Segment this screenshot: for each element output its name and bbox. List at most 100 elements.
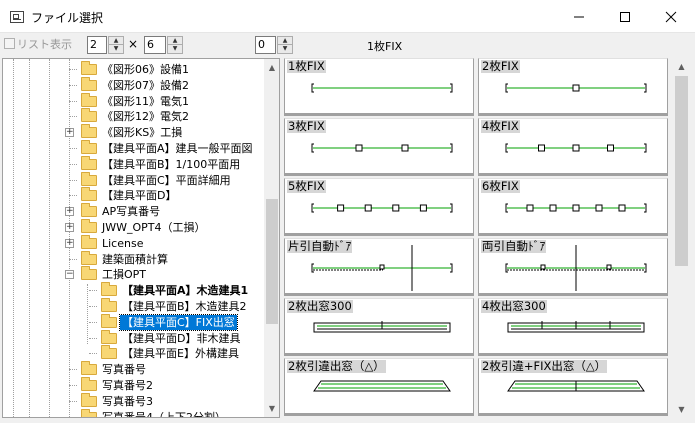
tree-item-label: 《図形06》設備1	[102, 63, 189, 76]
thumbnail-label: 2枚出窓300	[287, 299, 353, 313]
thumbnail-label: 1枚FIX	[287, 59, 326, 73]
tree-item[interactable]: 【建具平面B】1/100平面用	[3, 155, 261, 172]
tree-item[interactable]: 写真番号	[3, 361, 261, 377]
scroll-thumb[interactable]	[266, 199, 278, 324]
times-sign: ×	[128, 37, 139, 51]
tree-item[interactable]: 《図形07》設備2	[3, 76, 261, 93]
tree-item[interactable]: 【建具平面C】平面詳細用	[3, 171, 261, 188]
tree-scrollbar[interactable]: ▲ ▼	[264, 59, 279, 417]
spin-down-icon[interactable]: ▼	[278, 45, 292, 53]
tree-item-label: 【建具平面E】外構建具	[122, 347, 239, 361]
tree-item[interactable]: + AP写真番号	[3, 203, 261, 219]
maximize-button[interactable]	[602, 0, 648, 32]
grid-scrollbar[interactable]: ▲ ▼	[673, 58, 690, 418]
tree-item[interactable]: 写真番号2	[3, 377, 261, 393]
tree-item[interactable]: 【建具平面D】	[3, 187, 261, 203]
tree-item[interactable]: + 《図形KS》工損	[3, 124, 261, 140]
folder-icon	[101, 313, 117, 328]
expand-icon[interactable]: +	[65, 128, 74, 138]
tree-item[interactable]: 【建具平面D】非木建具	[3, 329, 261, 346]
tree-item[interactable]: + License	[3, 234, 261, 251]
thumbnail-cell[interactable]: 5枚FIX	[284, 178, 474, 236]
folder-icon	[81, 171, 97, 186]
scroll-up-icon[interactable]: ▲	[673, 58, 690, 75]
thumbnail-cell[interactable]: 1枚FIX	[284, 58, 474, 116]
tree-item-label: 【建具平面A】木造建具1	[122, 284, 249, 298]
tree-item[interactable]: 建築面積計算	[3, 250, 261, 267]
folder-icon	[81, 187, 97, 202]
folder-icon	[81, 408, 97, 417]
expand-icon[interactable]: +	[65, 207, 74, 217]
spin-down-icon[interactable]: ▼	[168, 45, 182, 53]
expand-icon[interactable]: +	[65, 238, 74, 248]
folder-icon	[101, 345, 117, 360]
thumbnail-label: 3枚FIX	[287, 119, 326, 133]
tree-item[interactable]: − 工損OPT	[3, 266, 261, 282]
thumbnail-grid[interactable]: 1枚FIX 2枚FIX 3枚FIX 4枚FIX 5枚FIX 6枚FIX 片引自動ﾄﾞｱ 両引自…	[284, 58, 672, 418]
folder-icon	[101, 329, 117, 344]
columns-input[interactable]: 2	[87, 36, 107, 54]
folder-icon	[81, 124, 97, 139]
tree-item[interactable]: 《図形12》電気2	[3, 108, 261, 124]
folder-icon	[101, 282, 117, 297]
scroll-up-icon[interactable]: ▲	[264, 59, 279, 76]
tree-item-label: 【建具平面D】非木建具	[122, 331, 241, 345]
thumbnail-cell[interactable]: 片引自動ﾄﾞｱ	[284, 238, 474, 296]
spin-down-icon[interactable]: ▼	[109, 45, 123, 53]
close-button[interactable]	[648, 0, 694, 32]
rows-input[interactable]: 6	[144, 36, 166, 54]
title-bar: ファイル選択	[0, 0, 695, 33]
thumbnail-cell[interactable]: 4枚出窓300	[478, 298, 668, 356]
spin-up-icon[interactable]: ▲	[278, 37, 292, 45]
tree-item[interactable]: 写真番号3	[3, 392, 261, 409]
columns-spinner[interactable]: ▲ ▼	[108, 36, 124, 54]
thumbnail-cell[interactable]: 2枚FIX	[478, 58, 668, 116]
minimize-icon	[574, 16, 584, 18]
folder-tree[interactable]: 《図形06》設備1 《図形07》設備2 《図形11》電気1 《図形12》電気2 + 《図形…	[2, 58, 280, 418]
tree-item-label: 《図形11》電気1	[102, 94, 189, 108]
list-view-checkbox[interactable]	[4, 38, 15, 49]
rows-spinner[interactable]: ▲ ▼	[167, 36, 183, 54]
tree-item[interactable]: 《図形06》設備1	[3, 61, 261, 77]
folder-icon	[81, 266, 97, 281]
tree-item-label: 写真番号4（上下2分割）	[102, 410, 226, 418]
thumbnail-cell[interactable]: 2枚引違出窓（△）	[284, 358, 474, 416]
tree-item-label: 写真番号	[102, 363, 146, 377]
tree-item-label: 【建具平面A】建具一般平面図	[102, 142, 253, 155]
spin-up-icon[interactable]: ▲	[109, 37, 123, 45]
thumbnail-cell[interactable]: 4枚FIX	[478, 118, 668, 176]
tree-item-label: 《図形07》設備2	[102, 78, 189, 92]
tree-item[interactable]: 写真番号4（上下2分割）	[3, 408, 261, 418]
folder-icon	[101, 298, 117, 312]
tree-item[interactable]: 【建具平面E】外構建具	[3, 345, 261, 361]
folder-icon	[81, 203, 97, 218]
tree-item-label: 建築面積計算	[102, 252, 168, 266]
thumbnail-label: 両引自動ﾄﾞｱ	[481, 239, 547, 253]
thumbnail-cell[interactable]: 6枚FIX	[478, 178, 668, 236]
scroll-down-icon[interactable]: ▼	[264, 400, 279, 417]
scroll-down-icon[interactable]: ▼	[673, 401, 690, 418]
thumbnail-label: 片引自動ﾄﾞｱ	[287, 239, 353, 253]
minimize-button[interactable]	[556, 0, 602, 32]
tree-item[interactable]: 【建具平面B】木造建具2	[3, 298, 261, 314]
spin-up-icon[interactable]: ▲	[168, 37, 182, 45]
current-file-label: 1枚FIX	[367, 40, 403, 53]
thumbnail-cell[interactable]: 2枚引違+FIX出窓（△）	[478, 358, 668, 416]
thumbnail-cell[interactable]: 2枚出窓300	[284, 298, 474, 356]
folder-icon	[81, 92, 97, 107]
scroll-thumb[interactable]	[675, 76, 688, 266]
folder-icon	[81, 392, 97, 407]
tree-item[interactable]: 【建具平面C】FIX出窓	[3, 313, 261, 331]
tree-item[interactable]: 【建具平面A】建具一般平面図	[3, 140, 261, 156]
page-spinner[interactable]: ▲ ▼	[277, 36, 293, 54]
expand-icon[interactable]: +	[65, 223, 74, 232]
thumbnail-cell[interactable]: 3枚FIX	[284, 118, 474, 176]
thumbnail-label: 4枚FIX	[481, 119, 520, 133]
thumbnail-cell[interactable]: 両引自動ﾄﾞｱ	[478, 238, 668, 296]
collapse-icon[interactable]: −	[65, 270, 74, 280]
page-input[interactable]: 0	[255, 36, 276, 54]
tree-item[interactable]: 《図形11》電気1	[3, 92, 261, 109]
tree-item-label: 《図形KS》工損	[102, 126, 183, 140]
tree-item[interactable]: 【建具平面A】木造建具1	[3, 282, 261, 298]
tree-item[interactable]: + JWW_OPT4（工損）	[3, 219, 261, 235]
